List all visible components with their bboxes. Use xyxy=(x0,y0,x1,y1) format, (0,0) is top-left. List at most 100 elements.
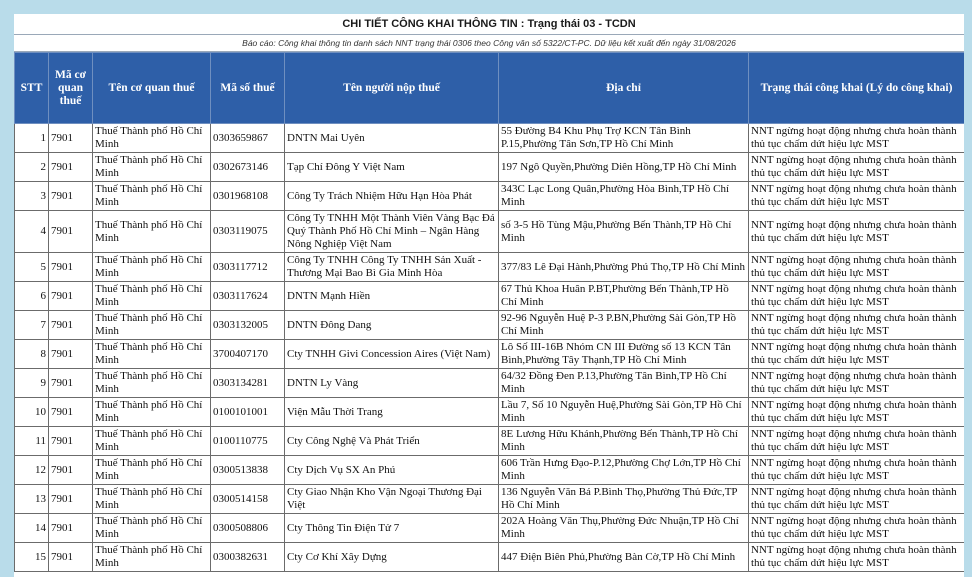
cell-ten-co-quan-thue: Thuế Thành phố Hồ Chí Minh xyxy=(92,397,211,427)
cell-ten-nguoi-nop-thue: Cty Cơ Khí Xây Dựng xyxy=(284,542,499,572)
cell-ma-so-thue: 0303117624 xyxy=(210,281,285,311)
table-row: 13 7901 Thuế Thành phố Hồ Chí Minh 03005141… xyxy=(14,484,964,514)
cell-stt: 7 xyxy=(14,310,49,340)
table-row: 14 7901 Thuế Thành phố Hồ Chí Minh 03005088… xyxy=(14,513,964,543)
cell-ten-co-quan-thue: Thuế Thành phố Hồ Chí Minh xyxy=(92,310,211,340)
cell-ma-so-thue: 0100101001 xyxy=(210,397,285,427)
cell-trang-thai: NNT ngừng hoạt động nhưng chưa hoàn thàn… xyxy=(748,181,964,211)
cell-ten-nguoi-nop-thue: Cty Công Nghệ Và Phát Triển xyxy=(284,426,499,456)
cell-ma-co-quan-thue: 7901 xyxy=(48,210,93,253)
cell-stt: 13 xyxy=(14,484,49,514)
cell-dia-chi: 8E Lương Hữu Khánh,Phường Bến Thành,TP H… xyxy=(498,426,749,456)
page-title: CHI TIẾT CÔNG KHAI THÔNG TIN : Trạng thá… xyxy=(14,14,964,35)
col-header-ma-co-quan-thue: Mã cơ quan thuế xyxy=(48,52,93,124)
col-header-dia-chi: Địa chỉ xyxy=(498,52,749,124)
cell-trang-thai: NNT ngừng hoạt động nhưng chưa hoàn thàn… xyxy=(748,310,964,340)
cell-trang-thai: NNT ngừng hoạt động nhưng chưa hoàn thàn… xyxy=(748,484,964,514)
cell-stt: 6 xyxy=(14,281,49,311)
cell-ten-nguoi-nop-thue: Cty TNHH Givi Concession Aires (Việt Nam… xyxy=(284,339,499,369)
cell-ten-nguoi-nop-thue: DNTN Mạnh Hiền xyxy=(284,281,499,311)
cell-ma-so-thue: 3700407170 xyxy=(210,339,285,369)
cell-ma-so-thue: 0300513838 xyxy=(210,455,285,485)
cell-ma-so-thue: 0300508806 xyxy=(210,513,285,543)
cell-ma-co-quan-thue: 7901 xyxy=(48,252,93,282)
cell-dia-chi: Lô Số III-16B Nhóm CN III Đường số 13 KC… xyxy=(498,339,749,369)
cell-dia-chi: 92-96 Nguyễn Huệ P-3 P.BN,Phường Sài Gòn… xyxy=(498,310,749,340)
table-row: 10 7901 Thuế Thành phố Hồ Chí Minh 01001010… xyxy=(14,397,964,427)
cell-ma-so-thue: 0100110775 xyxy=(210,426,285,456)
cell-ten-nguoi-nop-thue: DNTN Đông Dang xyxy=(284,310,499,340)
cell-ma-co-quan-thue: 7901 xyxy=(48,181,93,211)
cell-trang-thai: NNT ngừng hoạt động nhưng chưa hoàn thàn… xyxy=(748,210,964,253)
cell-ten-co-quan-thue: Thuế Thành phố Hồ Chí Minh xyxy=(92,513,211,543)
cell-ma-so-thue: 0300514158 xyxy=(210,484,285,514)
document-sheet: CHI TIẾT CÔNG KHAI THÔNG TIN : Trạng thá… xyxy=(14,14,964,577)
table-row: 12 7901 Thuế Thành phố Hồ Chí Minh 03005138… xyxy=(14,455,964,485)
cell-stt: 9 xyxy=(14,368,49,398)
cell-ma-co-quan-thue: 7901 xyxy=(48,339,93,369)
cell-ma-co-quan-thue: 7901 xyxy=(48,542,93,572)
cell-dia-chi: 67 Thủ Khoa Huân P.BT,Phường Bến Thành,T… xyxy=(498,281,749,311)
table-row: 15 7901 Thuế Thành phố Hồ Chí Minh 03003826… xyxy=(14,542,964,572)
cell-trang-thai: NNT ngừng hoạt động nhưng chưa hoàn thàn… xyxy=(748,281,964,311)
cell-ma-co-quan-thue: 7901 xyxy=(48,310,93,340)
cell-dia-chi: 447 Điện Biên Phủ,Phường Bàn Cờ,TP Hồ Ch… xyxy=(498,542,749,572)
cell-ten-nguoi-nop-thue: Công Ty TNHH Một Thành Viên Vàng Bạc Đá … xyxy=(284,210,499,253)
cell-ma-co-quan-thue: 7901 xyxy=(48,484,93,514)
col-header-stt: STT xyxy=(14,52,49,124)
cell-trang-thai: NNT ngừng hoạt động nhưng chưa hoàn thàn… xyxy=(748,368,964,398)
cell-dia-chi: 343C Lạc Long Quân,Phường Hòa Bình,TP Hồ… xyxy=(498,181,749,211)
table-row: 11 7901 Thuế Thành phố Hồ Chí Minh 01001107… xyxy=(14,426,964,456)
cell-ten-co-quan-thue: Thuế Thành phố Hồ Chí Minh xyxy=(92,281,211,311)
cell-ten-nguoi-nop-thue: Công Ty TNHH Công Ty TNHH Sản Xuất - Thư… xyxy=(284,252,499,282)
cell-ma-co-quan-thue: 7901 xyxy=(48,123,93,153)
cell-ma-co-quan-thue: 7901 xyxy=(48,426,93,456)
cell-dia-chi: số 3-5 Hồ Tùng Mậu,Phường Bến Thành,TP H… xyxy=(498,210,749,253)
cell-dia-chi: 55 Đường B4 Khu Phụ Trợ KCN Tân Bình P.1… xyxy=(498,123,749,153)
cell-ten-nguoi-nop-thue: Tạp Chí Đông Y Việt Nam xyxy=(284,152,499,182)
table-row: 7 7901 Thuế Thành phố Hồ Chí Minh 030313200… xyxy=(14,310,964,340)
cell-ten-co-quan-thue: Thuế Thành phố Hồ Chí Minh xyxy=(92,210,211,253)
cell-ten-nguoi-nop-thue: Công Ty Trách Nhiệm Hữu Hạn Hòa Phát xyxy=(284,181,499,211)
table-row: 6 7901 Thuế Thành phố Hồ Chí Minh 030311762… xyxy=(14,281,964,311)
cell-trang-thai: NNT ngừng hoạt động nhưng chưa hoàn thàn… xyxy=(748,152,964,182)
cell-stt: 15 xyxy=(14,542,49,572)
cell-ten-nguoi-nop-thue: Cty Giao Nhận Kho Vận Ngoại Thương Đại V… xyxy=(284,484,499,514)
cell-ten-nguoi-nop-thue: DNTN Mai Uyên xyxy=(284,123,499,153)
cell-ma-co-quan-thue: 7901 xyxy=(48,152,93,182)
cell-ma-co-quan-thue: 7901 xyxy=(48,513,93,543)
cell-ten-nguoi-nop-thue: Cty Thông Tin Điện Tử 7 xyxy=(284,513,499,543)
cell-dia-chi: 606 Trần Hưng Đạo-P.12,Phường Chợ Lớn,TP… xyxy=(498,455,749,485)
cell-dia-chi: 202A Hoàng Văn Thụ,Phường Đức Nhuận,TP H… xyxy=(498,513,749,543)
cell-dia-chi: 64/32 Đồng Đen P.13,Phường Tân Bình,TP H… xyxy=(498,368,749,398)
cell-trang-thai: NNT ngừng hoạt động nhưng chưa hoàn thàn… xyxy=(748,397,964,427)
col-header-ten-co-quan-thue: Tên cơ quan thuế xyxy=(92,52,211,124)
report-subtitle: Báo cáo: Công khai thông tin danh sách N… xyxy=(14,35,964,52)
table-row: 4 7901 Thuế Thành phố Hồ Chí Minh 030311907… xyxy=(14,210,964,253)
cell-trang-thai: NNT ngừng hoạt động nhưng chưa hoàn thàn… xyxy=(748,542,964,572)
table-row: 5 7901 Thuế Thành phố Hồ Chí Minh 030311771… xyxy=(14,252,964,282)
cell-ma-so-thue: 0301968108 xyxy=(210,181,285,211)
cell-ma-so-thue: 0303117712 xyxy=(210,252,285,282)
cell-ten-co-quan-thue: Thuế Thành phố Hồ Chí Minh xyxy=(92,252,211,282)
cell-stt: 8 xyxy=(14,339,49,369)
cell-stt: 11 xyxy=(14,426,49,456)
cell-dia-chi: 197 Ngô Quyền,Phường Diên Hồng,TP Hồ Chí… xyxy=(498,152,749,182)
cell-ten-co-quan-thue: Thuế Thành phố Hồ Chí Minh xyxy=(92,152,211,182)
cell-dia-chi: 377/83 Lê Đại Hành,Phường Phú Thọ,TP Hồ … xyxy=(498,252,749,282)
cell-ma-so-thue: 0303119075 xyxy=(210,210,285,253)
cell-ma-co-quan-thue: 7901 xyxy=(48,397,93,427)
cell-ten-co-quan-thue: Thuế Thành phố Hồ Chí Minh xyxy=(92,339,211,369)
taxpayer-table: STT Mã cơ quan thuế Tên cơ quan thuế Mã … xyxy=(14,52,964,572)
cell-ma-so-thue: 0300382631 xyxy=(210,542,285,572)
cell-ten-co-quan-thue: Thuế Thành phố Hồ Chí Minh xyxy=(92,123,211,153)
cell-stt: 12 xyxy=(14,455,49,485)
cell-trang-thai: NNT ngừng hoạt động nhưng chưa hoàn thàn… xyxy=(748,123,964,153)
cell-stt: 10 xyxy=(14,397,49,427)
cell-stt: 3 xyxy=(14,181,49,211)
cell-ten-co-quan-thue: Thuế Thành phố Hồ Chí Minh xyxy=(92,368,211,398)
cell-trang-thai: NNT ngừng hoạt động nhưng chưa hoàn thàn… xyxy=(748,252,964,282)
cell-ma-so-thue: 0303132005 xyxy=(210,310,285,340)
cell-ten-co-quan-thue: Thuế Thành phố Hồ Chí Minh xyxy=(92,542,211,572)
cell-ten-co-quan-thue: Thuế Thành phố Hồ Chí Minh xyxy=(92,181,211,211)
